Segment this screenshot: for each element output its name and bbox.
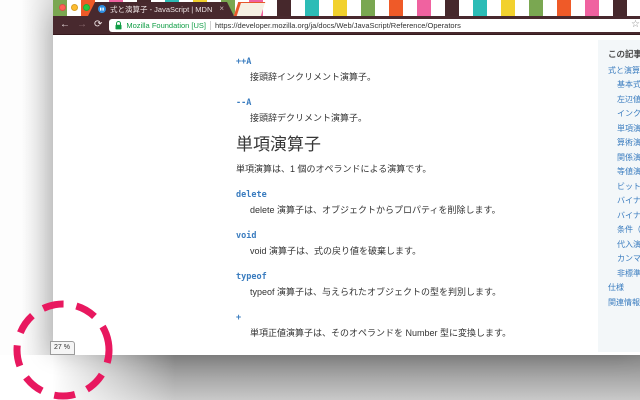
theme-stripe bbox=[375, 0, 389, 16]
theme-stripe bbox=[403, 0, 417, 16]
toc-link[interactable]: 非標準の機能 bbox=[617, 269, 640, 278]
definition-entry: ++A 接頭辞インクリメント演算子。 bbox=[236, 57, 588, 83]
theme-stripe bbox=[417, 0, 431, 16]
definition-entry: - bbox=[236, 354, 588, 355]
theme-stripe bbox=[333, 0, 347, 16]
theme-stripe bbox=[515, 0, 529, 16]
tab-title: 式と演算子 - JavaScript | MDN bbox=[110, 4, 213, 14]
definition-entry: + 単項正値演算子は、そのオペランドを Number 型に変換します。 bbox=[236, 313, 588, 339]
tab-close-icon[interactable]: × bbox=[219, 5, 224, 13]
theme-stripe bbox=[529, 0, 543, 16]
operator-link[interactable]: ++A bbox=[236, 57, 588, 68]
toc-link[interactable]: 単項演算子 bbox=[617, 124, 640, 133]
url-text[interactable]: https://developer.mozilla.org/ja/docs/We… bbox=[215, 21, 627, 30]
theme-stripe bbox=[613, 0, 627, 16]
toc-link[interactable]: バイナリビット演算子 bbox=[617, 197, 640, 205]
toc-link[interactable]: 代入演算子 bbox=[617, 240, 640, 249]
operator-definition-list-top: ++A 接頭辞インクリメント演算子。 --A 接頭辞デクリメント演算子。 bbox=[236, 57, 588, 124]
mdn-favicon-icon bbox=[98, 5, 106, 13]
toc-link[interactable]: 左辺値式 bbox=[617, 95, 640, 104]
toc-link[interactable]: 関連情報 bbox=[608, 298, 640, 307]
definition-entry: delete delete 演算子は、オブジェクトからプロパティを削除します。 bbox=[236, 190, 588, 216]
toc-link[interactable]: ビットシフト演算子 bbox=[617, 182, 640, 191]
operator-link[interactable]: typeof bbox=[236, 272, 588, 283]
traffic-light-button[interactable] bbox=[59, 4, 66, 11]
reload-icon[interactable]: ⟳ bbox=[94, 20, 102, 30]
window-left-shadow bbox=[21, 0, 53, 357]
security-chip[interactable]: Mozilla Foundation [US] bbox=[126, 21, 206, 30]
toc-link[interactable]: 仕様 bbox=[608, 284, 640, 292]
operator-description: delete 演算子は、オブジェクトからプロパティを削除します。 bbox=[250, 205, 501, 215]
traffic-light-button[interactable] bbox=[83, 4, 90, 11]
zoom-percentage-bubble: 27 % bbox=[50, 341, 75, 355]
tab-strip: 式と演算子 - JavaScript | MDN × bbox=[53, 0, 640, 16]
new-tab-button[interactable] bbox=[233, 2, 266, 16]
toc-link[interactable]: 算術演算子 bbox=[617, 139, 640, 147]
address-bar-divider bbox=[210, 20, 212, 30]
theme-stripe bbox=[585, 0, 599, 16]
theme-stripe bbox=[319, 0, 333, 16]
theme-stripe bbox=[305, 0, 319, 16]
traffic-lights bbox=[59, 4, 90, 11]
operator-description: void 演算子は、式の戻り値を破棄します。 bbox=[250, 246, 422, 256]
article-column: ++A 接頭辞インクリメント演算子。 --A 接頭辞デクリメント演算子。 単項演… bbox=[236, 36, 588, 355]
operator-link[interactable]: - bbox=[236, 354, 588, 355]
toc-sidebar: この記事では 式と演算子基本式左辺値式インクリメントとデクリメント単項演算子算術… bbox=[598, 40, 640, 352]
section-intro-text: 単項演算は、1 個のオペランドによる演算です。 bbox=[236, 164, 432, 174]
theme-stripe bbox=[599, 0, 613, 16]
theme-stripe bbox=[543, 0, 557, 16]
theme-stripe bbox=[389, 0, 403, 16]
operator-description: 接頭辞デクリメント演算子。 bbox=[250, 113, 368, 123]
theme-stripe bbox=[361, 0, 375, 16]
toc-link[interactable]: 等値演算子 bbox=[617, 168, 640, 176]
operator-link[interactable]: --A bbox=[236, 98, 588, 109]
toc-list: 式と演算子基本式左辺値式インクリメントとデクリメント単項演算子算術演算子関係演算… bbox=[608, 66, 640, 307]
theme-stripe bbox=[487, 0, 501, 16]
address-bar[interactable]: Mozilla Foundation [US] https://develope… bbox=[109, 18, 640, 32]
bookmark-star-icon[interactable]: ☆ bbox=[631, 20, 640, 30]
theme-stripe bbox=[445, 0, 459, 16]
operator-description: 単項正値演算子は、そのオペランドを Number 型に変換します。 bbox=[250, 328, 512, 338]
padlock-icon bbox=[115, 20, 122, 29]
definition-entry: void void 演算子は、式の戻り値を破棄します。 bbox=[236, 231, 588, 257]
theme-stripe bbox=[473, 0, 487, 16]
theme-stripe bbox=[501, 0, 515, 16]
toc-link[interactable]: カンマ演算子 bbox=[617, 255, 640, 263]
definition-entry: --A 接頭辞デクリメント演算子。 bbox=[236, 98, 588, 124]
operator-description: typeof 演算子は、与えられたオブジェクトの型を判別します。 bbox=[250, 287, 502, 297]
screenshot-stage: 式と演算子 - JavaScript | MDN × ← → ⟳ Mozilla… bbox=[0, 0, 640, 400]
page-content-area: ++A 接頭辞インクリメント演算子。 --A 接頭辞デクリメント演算子。 単項演… bbox=[53, 36, 640, 355]
toc-link[interactable]: 式と演算子 bbox=[608, 66, 640, 75]
theme-stripe bbox=[431, 0, 445, 16]
theme-stripe bbox=[459, 0, 473, 16]
section-heading: 単項演算子 bbox=[236, 135, 321, 154]
operator-definition-list-unary: delete delete 演算子は、オブジェクトからプロパティを削除します。 … bbox=[236, 190, 588, 355]
theme-stripe bbox=[347, 0, 361, 16]
toc-link[interactable]: 関係演算子 bbox=[617, 153, 640, 162]
operator-link[interactable]: delete bbox=[236, 190, 588, 201]
toc-link[interactable]: インクリメントとデクリメント bbox=[617, 110, 640, 118]
theme-stripe bbox=[277, 0, 291, 16]
theme-stripe bbox=[291, 0, 305, 16]
theme-stripe bbox=[557, 0, 571, 16]
browser-window: 式と演算子 - JavaScript | MDN × ← → ⟳ Mozilla… bbox=[53, 0, 640, 355]
theme-stripe bbox=[571, 0, 585, 16]
toc-link[interactable]: バイナリ論理演算子 bbox=[617, 211, 640, 220]
toc-link[interactable]: 基本式 bbox=[617, 81, 640, 89]
browser-tab[interactable]: 式と演算子 - JavaScript | MDN × bbox=[88, 2, 234, 16]
operator-link[interactable]: + bbox=[236, 313, 588, 324]
operator-description: 接頭辞インクリメント演算子。 bbox=[250, 72, 377, 82]
window-bottom-shadow-fade bbox=[0, 355, 175, 400]
toc-link[interactable]: 条件（三項）演算子 bbox=[617, 226, 640, 234]
definition-entry: typeof typeof 演算子は、与えられたオブジェクトの型を判別します。 bbox=[236, 272, 588, 298]
forward-icon[interactable]: → bbox=[77, 20, 87, 30]
operator-link[interactable]: void bbox=[236, 231, 588, 242]
traffic-light-button[interactable] bbox=[71, 4, 78, 11]
browser-toolbar: ← → ⟳ Mozilla Foundation [US] https://de… bbox=[53, 16, 640, 35]
toc-heading: この記事では bbox=[608, 49, 640, 59]
back-icon[interactable]: ← bbox=[60, 20, 70, 30]
theme-stripe bbox=[627, 0, 640, 16]
